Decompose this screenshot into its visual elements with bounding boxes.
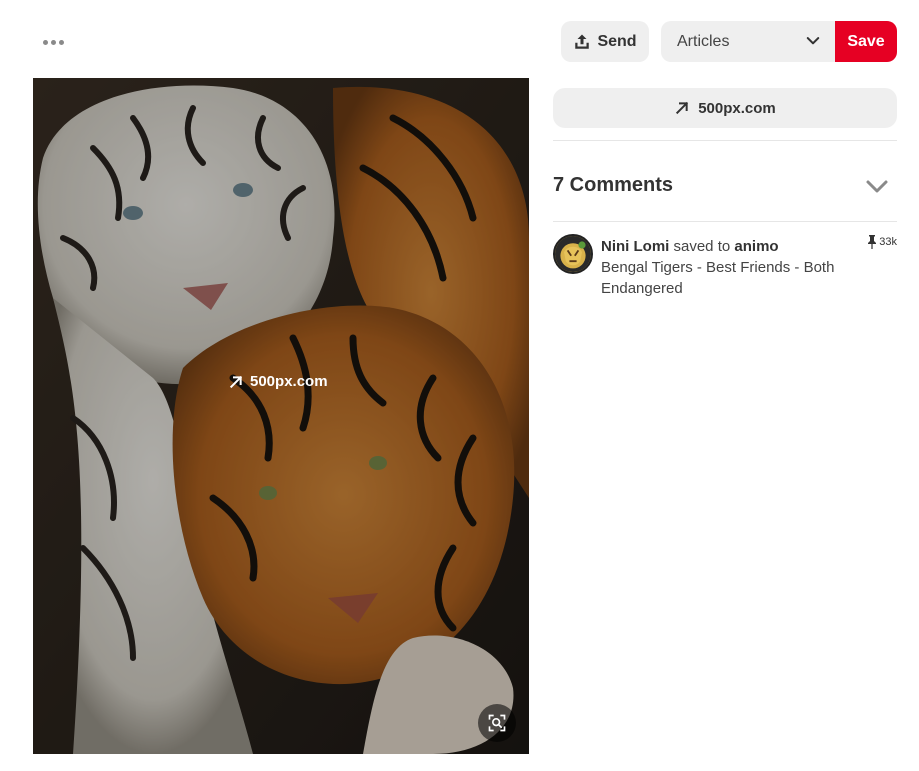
image-hover-overlay [33,78,529,754]
ellipsis-dot [58,39,64,45]
activity-user-link[interactable]: Nini Lomi [601,238,669,255]
activity-description: Bengal Tigers - Best Friends - Both Enda… [601,259,835,297]
visual-search-icon [488,714,506,732]
visual-search-button[interactable] [478,704,516,742]
comments-toggle-button[interactable] [864,173,890,199]
source-link-button[interactable]: 500px.com [553,88,897,128]
pushpin-icon [868,235,877,249]
save-count-value: 33k [879,236,897,248]
comments-heading: 7 Comments [553,174,674,196]
ellipsis-dot [50,39,56,45]
save-button[interactable]: Save [835,21,897,62]
save-count: 33k [867,235,897,249]
board-select-value: Articles [677,32,730,50]
avatar-image [555,236,591,272]
more-options-button[interactable] [33,28,73,56]
activity-board-link[interactable]: animo [734,238,778,255]
arrow-up-right-icon [229,375,243,388]
chevron-down-icon [866,180,888,193]
pin-image[interactable]: 500px.com [33,78,529,754]
activity-action: saved to [673,238,731,255]
chevron-down-icon [806,37,820,45]
arrow-up-right-icon [676,101,689,115]
share-upload-icon [575,34,590,49]
activity-text: Nini Lomi saved to animo Bengal Tigers -… [601,236,851,299]
image-source-label: 500px.com [250,373,328,390]
board-select[interactable]: Articles [661,21,836,62]
send-label: Send [597,32,637,50]
image-source-link[interactable]: 500px.com [228,373,328,390]
ellipsis-icon [42,39,48,45]
source-link-label: 500px.com [698,99,776,117]
send-button[interactable]: Send [561,21,649,62]
divider [553,140,897,141]
divider [553,221,897,222]
avatar[interactable] [553,234,593,274]
